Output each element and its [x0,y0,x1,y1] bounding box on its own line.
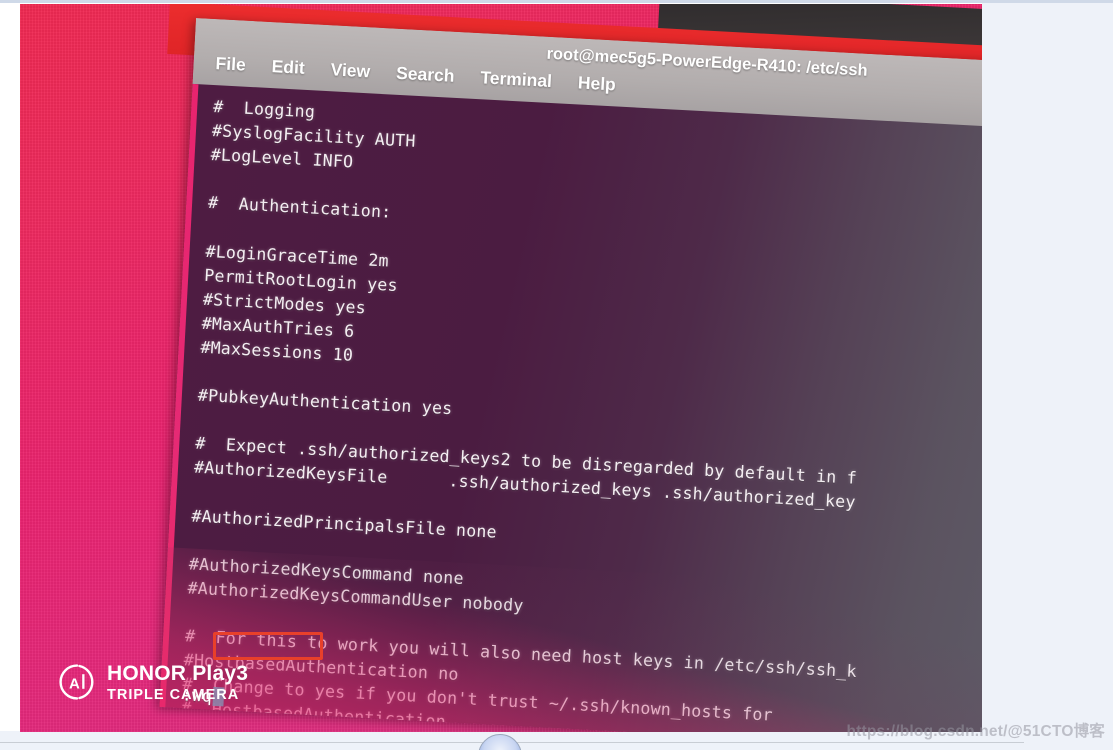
menu-file[interactable]: File [215,53,246,76]
honor-model-label: HONOR Play3 [107,661,249,685]
menu-help[interactable]: Help [577,72,616,95]
terminal-photograph: 11:52 root@mec5g5-PowerEdge-R410: /etc/s… [20,4,982,732]
menu-edit[interactable]: Edit [271,56,305,79]
sshd-config-text: # Logging #SyslogFacility AUTH #LogLevel I… [178,95,982,732]
honor-tagline-label: TRIPLE CAMERA [107,686,240,703]
menu-search[interactable]: Search [396,63,455,87]
ai-badge-icon: A [58,663,96,701]
honor-watermark: A HONOR Play3 TRIPLE CAMERA [58,663,248,703]
svg-text:A: A [69,676,80,693]
csdn-watermark: https://blog.csdn.net/@51CTO博客 [846,723,1105,740]
blog-page: 11:52 root@mec5g5-PowerEdge-R410: /etc/s… [0,0,1113,750]
menu-terminal[interactable]: Terminal [480,67,553,92]
honor-watermark-text: HONOR Play3 TRIPLE CAMERA [107,663,248,703]
scroll-to-top-icon[interactable] [478,734,522,750]
menu-view[interactable]: View [330,59,371,82]
terminal-window[interactable]: root@mec5g5-PowerEdge-R410: /etc/ssh Fil… [159,18,982,732]
terminal-screen[interactable]: # Logging #SyslogFacility AUTH #LogLevel I… [159,83,982,732]
